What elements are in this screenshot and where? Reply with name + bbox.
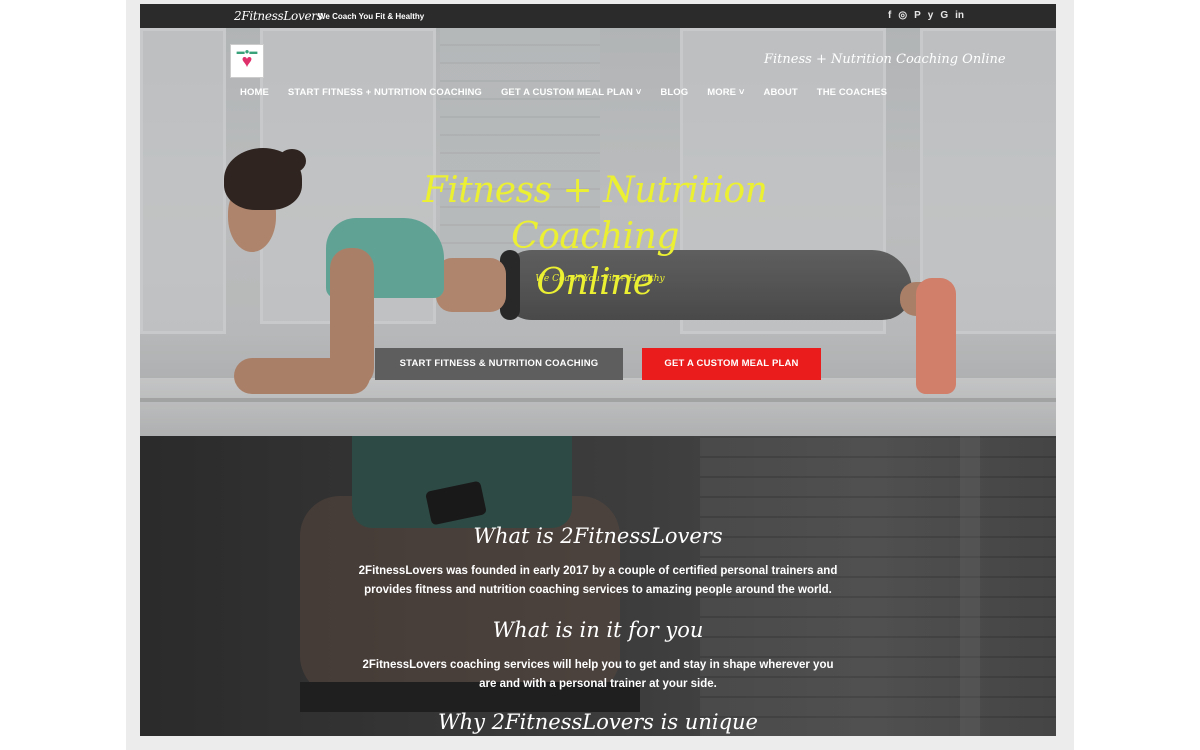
about-section: What is 2FitnessLovers 2FitnessLovers wa… — [140, 436, 1056, 736]
nav-item-about[interactable]: ABOUT — [764, 87, 798, 98]
heading-what-for-you: What is in it for you — [492, 618, 704, 642]
nav-item-more[interactable]: MORE ˅ — [707, 87, 744, 98]
main-navigation: HOME START FITNESS + NUTRITION COACHING … — [240, 87, 887, 98]
start-coaching-button[interactable]: START FITNESS & NUTRITION COACHING — [375, 348, 623, 380]
dumbbell-icon: ▬●▬ — [236, 47, 258, 56]
google-icon[interactable]: G — [940, 9, 948, 22]
social-links: f ◎ P y G in — [888, 9, 964, 22]
paragraph-benefits-line2: are and with a personal trainer at your … — [479, 678, 717, 690]
top-bar: 2FitnessLovers We Coach You Fit & Health… — [140, 4, 1056, 28]
nav-item-the-coaches[interactable]: THE COACHES — [817, 87, 887, 98]
nav-item-start-coaching[interactable]: START FITNESS + NUTRITION COACHING — [288, 87, 482, 98]
nav-item-blog[interactable]: BLOG — [660, 87, 688, 98]
paragraph-benefits-line1: 2FitnessLovers coaching services will he… — [362, 659, 834, 671]
paragraph-about-line1: 2FitnessLovers was founded in early 2017… — [358, 565, 838, 577]
twitter-icon[interactable]: y — [928, 9, 934, 22]
facebook-icon[interactable]: f — [888, 9, 891, 22]
pinterest-icon[interactable]: P — [914, 9, 921, 22]
site-logo[interactable]: ▬●▬ ♥ — [230, 44, 264, 78]
site-slogan: We Coach You Fit & Healthy — [318, 12, 425, 21]
heading-why-unique: Why 2FitnessLovers is unique — [438, 710, 758, 734]
site-brand[interactable]: 2FitnessLovers — [234, 9, 323, 23]
hero-section: ▬●▬ ♥ Fitness + Nutrition Coaching Onlin… — [140, 28, 1056, 436]
webpage: 2FitnessLovers We Coach You Fit & Health… — [140, 4, 1056, 736]
header-tagline: Fitness + Nutrition Coaching Online — [764, 52, 1006, 67]
heading-what-is: What is 2FitnessLovers — [473, 524, 723, 548]
hero-title: Fitness + Nutrition Coaching Online — [360, 168, 830, 306]
hero-subtitle: We Coach You Fit + Healthy — [535, 274, 665, 284]
nav-item-home[interactable]: HOME — [240, 87, 269, 98]
nav-item-meal-plan[interactable]: GET A CUSTOM MEAL PLAN ˅ — [501, 87, 641, 98]
hero-title-line1: Fitness + Nutrition Coaching — [422, 170, 768, 257]
paragraph-benefits: 2FitnessLovers coaching services will he… — [290, 656, 906, 694]
meal-plan-button[interactable]: GET A CUSTOM MEAL PLAN — [642, 348, 821, 380]
linkedin-icon[interactable]: in — [955, 9, 964, 22]
paragraph-about-line2: provides fitness and nutrition coaching … — [364, 584, 832, 596]
paragraph-about: 2FitnessLovers was founded in early 2017… — [290, 562, 906, 600]
instagram-icon[interactable]: ◎ — [898, 9, 907, 22]
